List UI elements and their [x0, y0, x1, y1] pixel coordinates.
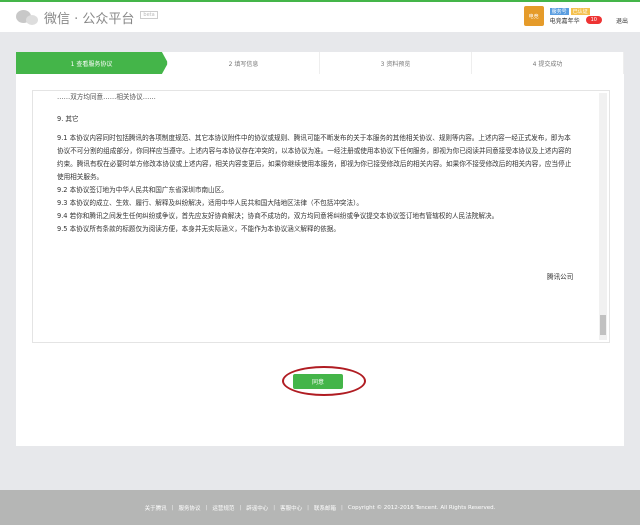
agreement-textbox[interactable]: ……双方均同意……相关协议…… 9. 其它 9.1 本协议内容同时包括腾讯的各项… — [32, 90, 610, 343]
logout-link[interactable]: 退出 — [616, 16, 628, 25]
account-area: 电竞 服务号 已认证 电竞嘉年华 10 退出 — [523, 6, 628, 26]
footer-link-rules[interactable]: 运营规范 — [212, 504, 234, 512]
verified-badge: 已认证 — [570, 7, 590, 15]
wechat-logo-icon — [16, 9, 40, 26]
clause-9-4: 9.4 若你和腾讯之间发生任何纠纷或争议，首先应友好协商解决；协商不成功的，双方… — [57, 212, 499, 220]
section-heading: 9. 其它 — [57, 115, 79, 123]
account-name[interactable]: 电竞嘉年华 — [550, 16, 580, 25]
copyright: Copyright © 2012-2016 Tencent. All Right… — [347, 504, 496, 511]
step-4: 4 提交成功 — [472, 52, 624, 74]
step-progress: 1 查看服务协议 2 填写信息 3 资料预览 4 提交成功 — [16, 52, 624, 74]
clause-9-2: 9.2 本协议签订地为中华人民共和国广东省深圳市南山区。 — [57, 186, 228, 194]
footer-link-support[interactable]: 客服中心 — [280, 504, 302, 512]
main-panel: 1 查看服务协议 2 填写信息 3 资料预览 4 提交成功 ……双方均同意……相… — [16, 52, 624, 446]
notification-count[interactable]: 10 — [585, 16, 602, 24]
signature: 腾讯公司 — [547, 273, 574, 281]
step-3: 3 资料预览 — [320, 52, 472, 74]
account-type-badge: 服务号 — [549, 7, 569, 15]
footer-link-service-agreement[interactable]: 服务协议 — [179, 504, 201, 512]
avatar[interactable]: 电竞 — [523, 6, 544, 26]
scrollbar-thumb[interactable] — [600, 315, 606, 335]
header: 微信 · 公众平台 beta 电竞 服务号 已认证 电竞嘉年华 10 退出 — [0, 2, 640, 32]
clause-9-3: 9.3 本协议的成立、生效、履行、解释及纠纷解决，适用中华人民共和国大陆地区法律… — [57, 199, 363, 207]
clause-9-1: 9.1 本协议内容同时包括腾讯的各项制度规范、其它本协议附件中的协议或规则、腾讯… — [57, 134, 572, 181]
agree-button[interactable]: 同意 — [293, 374, 343, 389]
cut-off-line: ……双方均同意……相关协议…… — [57, 93, 156, 101]
footer-link-about[interactable]: 关于腾讯 — [145, 504, 167, 512]
footer: 关于腾讯 | 服务协议 | 运营规范 | 辟谣中心 | 客服中心 | 联系邮箱 | Copy… — [0, 490, 640, 525]
logo[interactable]: 微信 · 公众平台 beta — [16, 8, 158, 27]
scrollbar[interactable] — [599, 93, 607, 340]
step-2: 2 填写信息 — [168, 52, 320, 74]
footer-link-contact[interactable]: 联系邮箱 — [314, 504, 336, 512]
beta-badge: beta — [140, 11, 158, 19]
logo-text: 微信 · 公众平台 — [44, 12, 135, 27]
step-1: 1 查看服务协议 — [16, 52, 168, 74]
footer-link-rumor-center[interactable]: 辟谣中心 — [246, 504, 268, 512]
clause-9-5: 9.5 本协议所有条款的标题仅为阅读方便，本身并无实际涵义，不能作为本协议涵义解… — [57, 225, 340, 233]
